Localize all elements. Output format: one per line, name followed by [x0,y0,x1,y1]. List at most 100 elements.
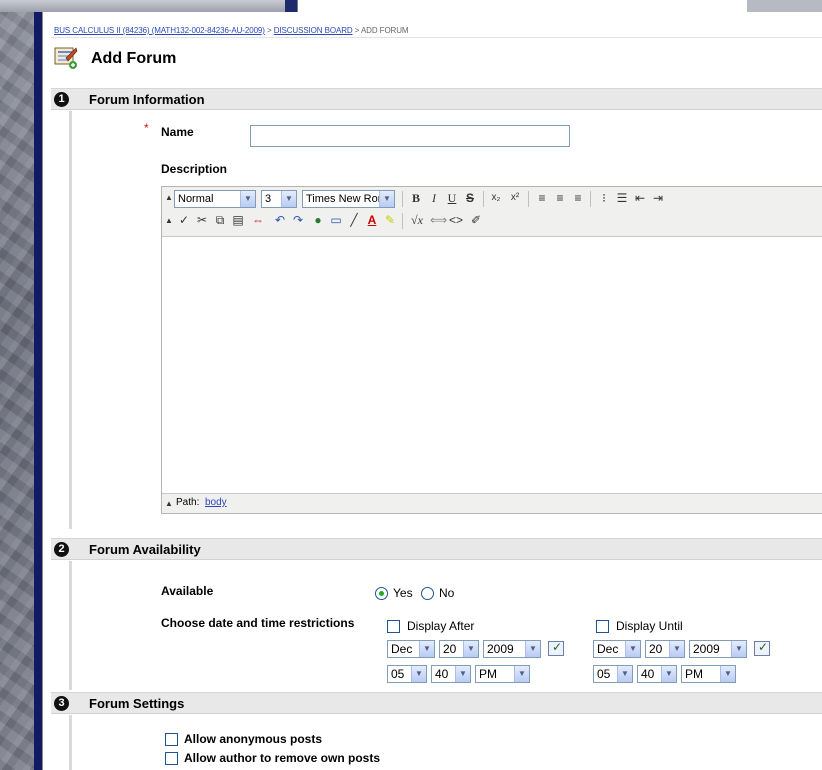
format-select-value: Normal [178,193,214,205]
breadcrumb-separator: > [264,26,274,35]
chevron-down-icon: ▼ [525,641,540,657]
day-value: 20 [649,642,663,656]
breadcrumb-separator: > [352,26,361,35]
minute-value: 40 [435,667,449,681]
font-size-select[interactable]: 3 ▼ [261,190,297,208]
toolbar-separator [402,191,403,207]
italic-icon[interactable]: I [426,190,442,206]
chevron-down-icon: ▼ [720,666,735,682]
year-value: 2009 [487,642,514,656]
chevron-down-icon: ▼ [514,666,529,682]
copy-icon[interactable]: ⧉ [212,212,228,228]
frame-tab-marker [285,0,297,12]
section-title: Forum Information [89,92,205,107]
divider [51,37,822,38]
chevron-down-icon: ▼ [419,641,434,657]
display-until-year-select[interactable]: 2009 ▼ [689,640,747,658]
display-after-checkbox[interactable] [387,620,400,633]
display-after-day-select[interactable]: 20 ▼ [439,640,479,658]
font-size-select-value: 3 [265,193,272,205]
ampm-value: PM [479,667,497,681]
numbered-list-icon[interactable]: ⁝ [596,190,612,206]
chevron-down-icon: ▼ [625,641,640,657]
content-panel: BUS CALCULUS II (84236) (MATH132-002-842… [42,12,822,770]
underline-icon[interactable]: U [444,190,460,206]
available-no-radio[interactable] [421,587,434,600]
display-until-hour-select[interactable]: 05 ▼ [593,665,633,683]
display-until-minute-select[interactable]: 40 ▼ [637,665,677,683]
table-icon[interactable]: ▭ [328,212,344,228]
section-body-forum-information: * Name Description ▲ Normal ▼ 3 ▼ Times … [69,111,822,529]
bulleted-list-icon[interactable]: ☰ [614,190,630,206]
toolbar-separator [483,191,484,207]
available-label: Available [161,584,214,598]
editor-toolbar: ▲ Normal ▼ 3 ▼ Times New Roman ▼ B I U S [162,187,822,237]
redo-icon[interactable]: ↷ [290,212,306,228]
frame-tab [297,0,747,12]
display-after-month-select[interactable]: Dec ▼ [387,640,435,658]
allow-anonymous-posts-label: Allow anonymous posts [184,732,323,746]
allow-author-remove-posts-checkbox[interactable] [165,752,178,765]
undo-icon[interactable]: ↶ [272,212,288,228]
superscript-icon[interactable]: x² [507,190,523,206]
editor-content-area[interactable] [162,237,822,471]
top-frame-strip [0,0,822,12]
minute-value: 40 [641,667,655,681]
breadcrumb-course-link[interactable]: BUS CALCULUS II (84236) (MATH132-002-842… [54,26,265,35]
allow-anonymous-posts-checkbox[interactable] [165,733,178,746]
align-left-icon[interactable]: ≡ [534,190,550,206]
align-center-icon[interactable]: ≡ [552,190,568,206]
subscript-icon[interactable]: x₂ [488,190,504,206]
calendar-icon[interactable] [548,640,564,656]
line-icon[interactable]: ╱ [346,212,362,228]
day-value: 20 [443,642,457,656]
embed-icon[interactable]: ⟺ [430,212,447,228]
year-value: 2009 [693,642,720,656]
display-until-ampm-select[interactable]: PM ▼ [681,665,736,683]
paste-icon[interactable]: ▤ [230,212,246,228]
html-source-icon[interactable]: <> [448,212,464,228]
available-yes-radio[interactable] [375,587,388,600]
indent-icon[interactable]: ⇥ [650,190,666,206]
hour-value: 05 [391,667,405,681]
chevron-down-icon: ▼ [669,641,684,657]
highlight-icon[interactable]: ✎ [382,212,398,228]
course-menu-bar [34,12,42,770]
paste-html-icon[interactable]: ⇔ [250,212,266,228]
collapse-toolbar-icon[interactable]: ▲ [165,213,173,229]
name-label: Name [161,125,194,139]
allow-author-remove-posts-label: Allow author to remove own posts [184,751,381,765]
format-select[interactable]: Normal ▼ [174,190,256,208]
collapse-toolbar-icon[interactable]: ▲ [165,190,173,206]
path-body-link[interactable]: body [205,497,227,508]
display-after-minute-select[interactable]: 40 ▼ [431,665,471,683]
link-icon[interactable]: ● [310,212,326,228]
font-family-select[interactable]: Times New Roman ▼ [302,190,395,208]
display-after-year-select[interactable]: 2009 ▼ [483,640,541,658]
cut-icon[interactable]: ✂ [194,212,210,228]
display-after-hour-select[interactable]: 05 ▼ [387,665,427,683]
display-until-month-select[interactable]: Dec ▼ [593,640,641,658]
ampm-value: PM [685,667,703,681]
strikethrough-icon[interactable]: S [462,190,478,206]
text-color-icon[interactable]: A [364,212,380,228]
spellcheck-icon[interactable]: ✓ [176,212,192,228]
yes-label: Yes [393,586,413,600]
outdent-icon[interactable]: ⇤ [632,190,648,206]
preview-icon[interactable]: ✐ [468,212,484,228]
align-right-icon[interactable]: ≡ [570,190,586,206]
bold-icon[interactable]: B [408,190,424,206]
forum-add-icon [54,47,78,69]
editor-status-bar: ▲ Path: body [162,493,822,513]
name-input[interactable] [250,125,570,147]
breadcrumb-discussion-board-link[interactable]: DISCUSSION BOARD [274,26,353,35]
display-until-checkbox[interactable] [596,620,609,633]
collapse-toolbar-icon[interactable]: ▲ [165,496,173,512]
display-until-day-select[interactable]: 20 ▼ [645,640,685,658]
step-number: 1 [54,92,69,107]
date-restrictions-label: Choose date and time restrictions [161,616,355,630]
display-after-ampm-select[interactable]: PM ▼ [475,665,530,683]
math-equation-icon[interactable]: √x [406,212,428,228]
chevron-down-icon: ▼ [731,641,746,657]
calendar-icon[interactable] [754,640,770,656]
